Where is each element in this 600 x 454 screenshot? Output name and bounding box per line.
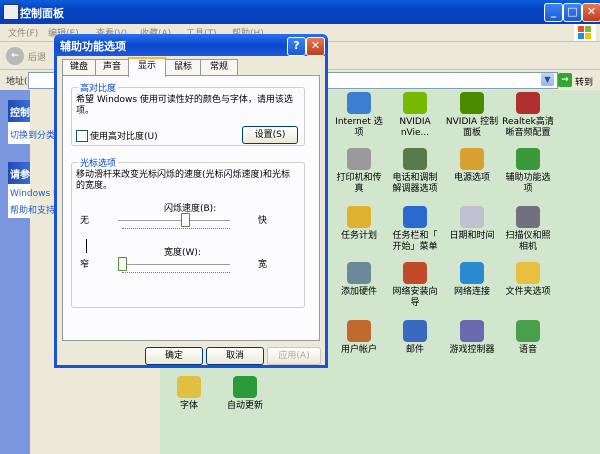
dialog-help-button[interactable]: ? <box>287 37 306 56</box>
cursor-options-description-2: 的宽度。 <box>76 181 113 191</box>
help-support-link[interactable]: 帮助和支持 <box>10 203 55 216</box>
date-time-icon <box>460 206 484 228</box>
apply-button[interactable]: 应用(A) <box>267 347 321 365</box>
contrast-settings-button[interactable]: 设置(S) <box>242 126 298 144</box>
back-arrow-icon: ← <box>6 47 24 65</box>
tab-keyboard[interactable]: 键盘 <box>62 59 96 75</box>
nvidia-control-panel-icon <box>460 92 484 114</box>
speech-icon <box>516 320 540 342</box>
fonts-icon <box>177 376 201 398</box>
menu-file[interactable]: 文件(F) <box>8 26 38 39</box>
add-hardware-icon <box>347 262 371 284</box>
taskbar-start-icon <box>403 206 427 228</box>
control-panel-icon <box>3 4 19 20</box>
cancel-button[interactable]: 取消 <box>206 347 264 365</box>
dialog-title: 辅助功能选项 <box>60 40 126 53</box>
blink-rate-track <box>118 220 230 222</box>
blink-rate-ticks <box>122 226 230 229</box>
high-contrast-description-2: 项。 <box>76 106 95 116</box>
dialog-title-bar[interactable]: 辅助功能选项 ? ✕ <box>54 34 328 56</box>
folder-options-icon <box>516 262 540 284</box>
control-panel-task-box: 控制面板 切换到分类视图 <box>8 100 73 144</box>
address-dropdown-icon[interactable]: ▼ <box>541 73 554 86</box>
window-title: 控制面板 <box>20 7 64 20</box>
width-wide-label: 宽 <box>258 260 268 270</box>
item-speech[interactable]: 语音 <box>495 320 561 356</box>
item-folder-options[interactable]: 文件夹选项 <box>495 262 561 298</box>
accessibility-options-dialog: 辅助功能选项 ? ✕ 键盘 声音 显示 鼠标 常规 高对比度 希望 Window… <box>54 34 328 368</box>
minimize-button[interactable]: _ <box>544 3 563 22</box>
blink-none-label: 无 <box>80 216 90 226</box>
cursor-options-description-1: 移动滑杆来改变光标闪烁的速度(光标闪烁速度)和光标 <box>76 170 291 180</box>
phone-modem-icon <box>403 148 427 170</box>
item-automatic-updates[interactable]: 自动更新 <box>212 376 278 412</box>
dialog-close-button[interactable]: ✕ <box>306 37 325 56</box>
scanner-camera-icon <box>516 206 540 228</box>
high-contrast-checkbox[interactable] <box>76 130 88 142</box>
cursor-width-label: 宽度(W): <box>164 248 201 258</box>
blink-rate-slider[interactable] <box>181 213 190 227</box>
mail-icon <box>403 320 427 342</box>
high-contrast-description-1: 希望 Windows 使用可读性好的颜色与字体，请用该选 <box>76 95 293 105</box>
high-contrast-group: 高对比度 希望 Windows 使用可读性好的颜色与字体，请用该选 项。 使用高… <box>71 81 305 146</box>
task-pane: 控制面板 切换到分类视图 请参阅 Windows Update 帮助和支持 <box>0 90 86 454</box>
width-narrow-label: 窄 <box>80 260 90 270</box>
close-button[interactable]: ✕ <box>582 3 600 22</box>
game-controllers-icon <box>460 320 484 342</box>
window-title-bar[interactable]: 控制面板 _ □ ✕ <box>0 0 600 24</box>
cursor-preview <box>86 239 87 253</box>
printer-icon <box>347 148 371 170</box>
tab-display[interactable]: 显示 <box>128 57 166 77</box>
item-accessibility-options[interactable]: 辅助功能选 项 <box>495 148 561 195</box>
cursor-options-title: 光标选项 <box>78 156 119 169</box>
go-arrow-icon: → <box>558 73 572 87</box>
tab-mouse[interactable]: 鼠标 <box>165 59 201 75</box>
see-also-header[interactable]: 请参阅 <box>8 162 30 184</box>
ok-button[interactable]: 确定 <box>145 347 203 365</box>
display-tab-panel: 高对比度 希望 Windows 使用可读性好的颜色与字体，请用该选 项。 使用高… <box>62 75 320 341</box>
tab-sound[interactable]: 声音 <box>95 59 129 75</box>
maximize-button[interactable]: □ <box>563 3 582 22</box>
back-label: 后退 <box>28 53 47 63</box>
realtek-audio-icon <box>516 92 540 114</box>
dialog-body: 键盘 声音 显示 鼠标 常规 高对比度 希望 Windows 使用可读性好的颜色… <box>57 56 325 365</box>
tab-general[interactable]: 常规 <box>200 59 238 75</box>
scheduled-tasks-icon <box>347 206 371 228</box>
cursor-options-group: 光标选项 移动滑杆来改变光标闪烁的速度(光标闪烁速度)和光标 的宽度。 闪烁速度… <box>71 156 305 308</box>
high-contrast-title: 高对比度 <box>78 81 119 94</box>
high-contrast-checkbox-label[interactable]: 使用高对比度(U) <box>90 129 158 142</box>
cursor-width-slider[interactable] <box>118 257 127 271</box>
accessibility-icon <box>516 148 540 170</box>
blink-rate-label: 闪烁速度(B): <box>164 204 217 214</box>
task-box-header[interactable]: 控制面板 <box>8 100 30 122</box>
network-connections-icon <box>460 262 484 284</box>
see-also-task-box: 请参阅 Windows Update 帮助和支持 <box>8 162 86 218</box>
power-options-icon <box>460 148 484 170</box>
user-accounts-icon <box>347 320 371 342</box>
see-also-title: 请参阅 <box>10 170 30 181</box>
item-realtek-audio[interactable]: Realtek高清 晰音频配置 <box>495 92 561 139</box>
automatic-updates-icon <box>233 376 257 398</box>
task-box-title: 控制面板 <box>10 108 30 119</box>
item-scanners-cameras[interactable]: 扫描仪和照 相机 <box>495 206 561 253</box>
cursor-width-track <box>118 264 230 266</box>
cursor-width-ticks <box>122 270 230 273</box>
network-setup-wizard-icon <box>403 262 427 284</box>
nvidia-nview-icon <box>403 92 427 114</box>
blink-fast-label: 快 <box>258 216 268 226</box>
go-label: 转到 <box>575 78 594 88</box>
internet-options-icon <box>347 92 371 114</box>
windows-logo-icon <box>574 24 596 41</box>
